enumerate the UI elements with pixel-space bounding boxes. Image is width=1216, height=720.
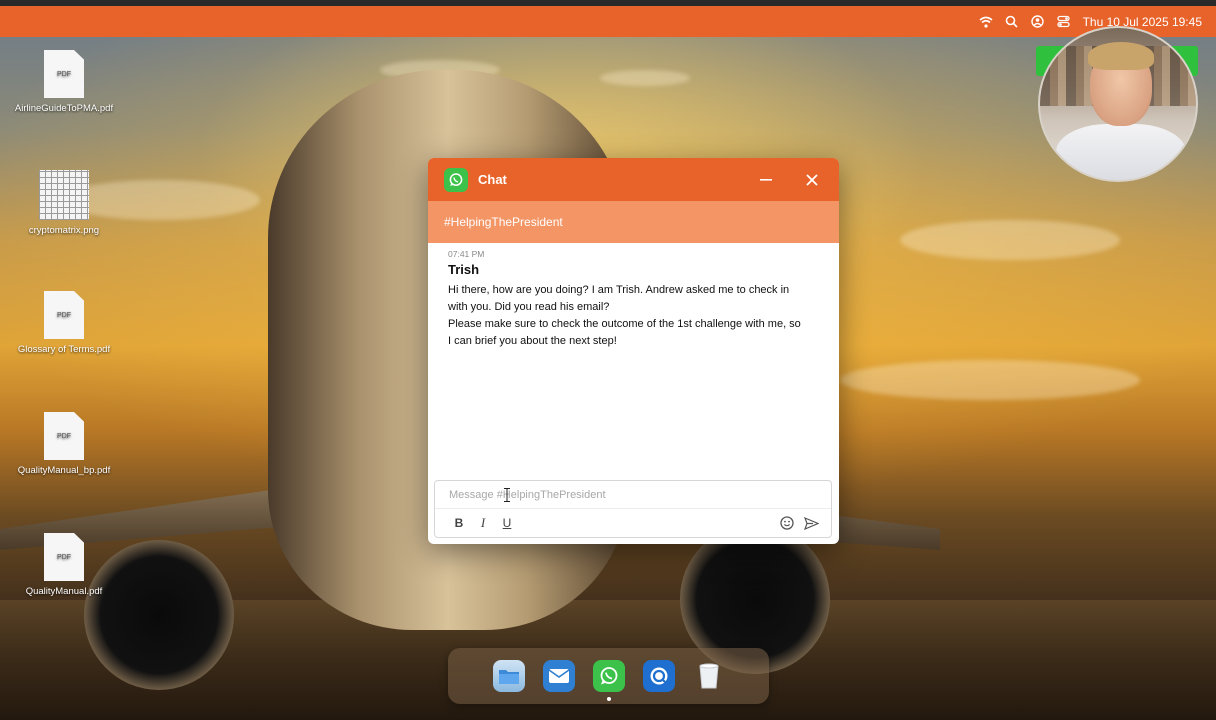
chat-title: Chat [478,172,507,187]
bold-button[interactable]: B [447,512,471,534]
emoji-button[interactable] [775,512,799,534]
cloud [600,70,690,86]
top-panel: Thu 10 Jul 2025 19:45 [0,6,1216,37]
cloud [840,360,1140,400]
minimize-button[interactable] [751,165,781,195]
pdf-file-icon: PDF [44,50,84,98]
message-input[interactable] [435,481,831,509]
desktop-icon-label: AirlineGuideToPMA.pdf [14,103,114,114]
message-text-line: Hi there, how are you doing? I am Trish.… [448,284,790,296]
running-indicator [606,697,611,701]
person-hair [1088,42,1154,70]
italic-button[interactable]: I [471,512,495,534]
message-author: Trish [448,262,480,277]
message-timestamp: 07:41 PM [448,249,485,259]
channel-name: #HelpingThePresident [428,201,839,243]
dock-browser-button[interactable] [642,660,675,692]
desktop-icon-label: QualityManual.pdf [25,586,103,597]
desktop-icon-label: Glossary of Terms.pdf [17,344,111,355]
browser-icon [650,667,667,685]
pdf-file-icon: PDF [44,412,84,460]
composer-toolbar: B I U [435,509,831,537]
account-icon[interactable] [1031,15,1045,29]
chat-window: Chat #HelpingThePresident 07:41 PM Trish… [428,158,839,544]
pdf-file-icon: PDF [44,291,84,339]
cloud [900,220,1120,260]
message-composer: B I U [434,480,832,538]
send-button[interactable] [799,512,823,534]
file-badge: PDF [57,553,71,561]
image-thumbnail-icon [39,170,89,220]
message-text-line: Please make sure to check the outcome of… [448,318,801,330]
emoji-icon [780,516,794,530]
desktop-icon-glossary[interactable]: PDF Glossary of Terms.pdf [14,291,114,356]
chat-header[interactable]: Chat [428,158,839,201]
send-icon [803,516,819,530]
file-badge: PDF [57,432,71,440]
dock-trash-button[interactable] [693,660,725,692]
desktop-icon-cryptomatrix[interactable]: cryptomatrix.png [14,170,114,237]
message-text-line: I can brief you about the next step! [448,335,617,347]
desktop-icon-label: cryptomatrix.png [28,225,100,236]
close-icon [806,173,818,186]
trash-icon [698,663,719,689]
dock-whatsapp-button[interactable] [592,660,625,701]
file-badge: PDF [57,311,71,319]
file-badge: PDF [57,70,71,78]
desktop-icon-quality-manual[interactable]: PDF QualityManual.pdf [14,533,114,598]
whatsapp-icon [444,167,468,192]
desktop-icon-airline-guide[interactable]: PDF AirlineGuideToPMA.pdf [14,50,114,115]
folder-icon [498,670,519,684]
pdf-file-icon: PDF [44,533,84,581]
desktop-icon-label: QualityManual_bp.pdf [17,465,111,476]
whatsapp-icon [600,667,617,685]
dock-files-button[interactable] [492,660,525,692]
clock[interactable]: Thu 10 Jul 2025 19:45 [1083,15,1202,29]
message-list: 07:41 PM Trish Hi there, how are you doi… [428,243,839,481]
webcam-feed [1038,26,1198,182]
dock-mail-button[interactable] [542,660,575,692]
wifi-icon[interactable] [979,15,993,29]
underline-button[interactable]: U [495,512,519,534]
message-text-line: with you. Did you read his email? [448,301,610,313]
control-center-icon[interactable] [1057,15,1071,29]
text-cursor-icon [504,488,510,502]
mail-icon [548,669,569,683]
dock [448,648,769,704]
search-icon[interactable] [1005,15,1019,29]
close-button[interactable] [797,165,827,195]
person-shirt [1056,124,1186,180]
desktop-icon-quality-manual-bp[interactable]: PDF QualityManual_bp.pdf [14,412,114,477]
